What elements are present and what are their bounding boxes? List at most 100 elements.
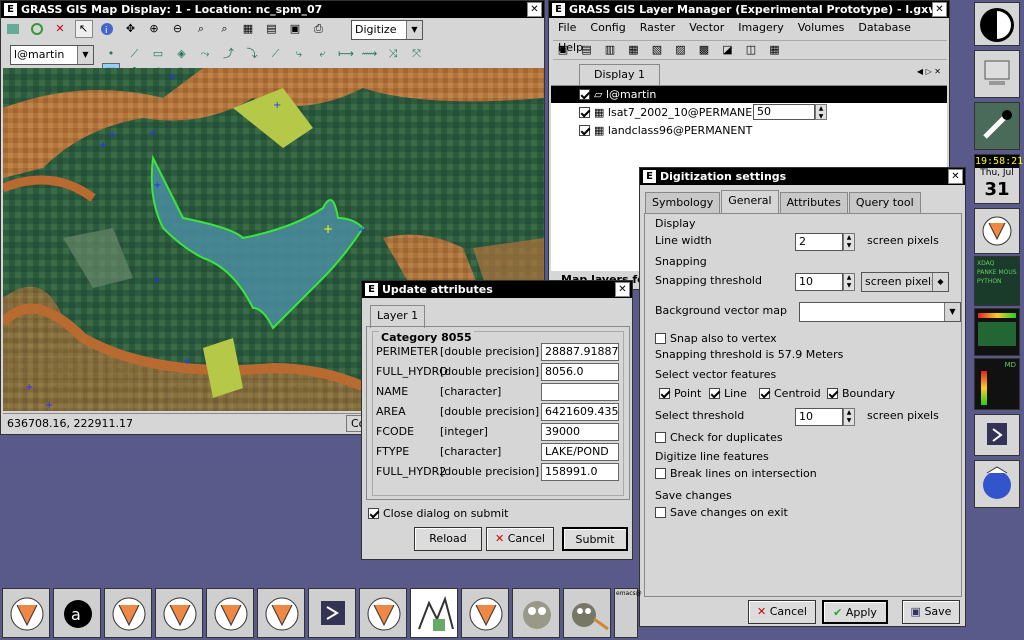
tab-layer-1[interactable]: Layer 1: [370, 305, 426, 328]
attribute-table-icon[interactable]: ▦: [766, 41, 784, 59]
edit-line-icon[interactable]: ⟋: [267, 45, 285, 63]
attribute-value-input[interactable]: [541, 383, 619, 401]
taskbar-xv-icon[interactable]: [410, 588, 458, 638]
dock-monitor-icon[interactable]: [974, 50, 1020, 98]
digit-settings-titlebar[interactable]: E Digitization settings ✕: [640, 168, 965, 185]
attribute-value-input[interactable]: 39000: [541, 423, 619, 441]
copy-cats-icon[interactable]: ⤨: [384, 45, 402, 63]
break-lines-checkbox[interactable]: Break lines on intersection: [655, 467, 817, 480]
map-display-titlebar[interactable]: E GRASS GIS Map Display: 1 - Location: n…: [1, 1, 544, 18]
opacity-spinner[interactable]: 50 ▲ ▼: [753, 104, 827, 120]
display-cats-icon[interactable]: ⟼: [337, 45, 355, 63]
zoom-out-icon[interactable]: ⊖: [169, 20, 187, 38]
taskbar-gimp-wilber-icon[interactable]: [512, 588, 560, 638]
checkbox[interactable]: [655, 468, 666, 479]
attribute-value-input[interactable]: LAKE/POND: [541, 443, 619, 461]
tab-display-1[interactable]: Display 1: [579, 64, 661, 87]
add-group-icon[interactable]: ◪: [719, 41, 737, 59]
spin-buttons[interactable]: ▲ ▼: [815, 104, 827, 120]
zoom-back-icon[interactable]: ⌕: [192, 20, 210, 38]
menu-raster[interactable]: Raster: [633, 18, 682, 38]
remove-vertex-icon[interactable]: ⤵: [243, 45, 261, 63]
checkbox[interactable]: [659, 388, 670, 399]
menu-file[interactable]: File: [551, 18, 583, 38]
zoom-menu-icon[interactable]: ⌕: [216, 20, 234, 38]
display-map-icon[interactable]: [4, 20, 22, 38]
overlay-icon[interactable]: ▤: [263, 20, 281, 38]
pan-icon[interactable]: ✥: [122, 20, 140, 38]
checkbox[interactable]: [759, 388, 770, 399]
add-grid-icon[interactable]: ▨: [672, 41, 690, 59]
submit-button[interactable]: Submit: [562, 527, 628, 551]
attribute-value-input[interactable]: 6421609.4355: [541, 403, 619, 421]
close-window-button[interactable]: ✕: [932, 2, 947, 17]
type-centroid-checkbox[interactable]: Centroid: [759, 387, 821, 400]
apply-button[interactable]: ✔ Apply: [822, 600, 888, 624]
type-point-checkbox[interactable]: Point: [659, 387, 701, 400]
move-line-icon[interactable]: ⤷: [290, 45, 308, 63]
type-boundary-checkbox[interactable]: Boundary: [827, 387, 895, 400]
menu-imagery[interactable]: Imagery: [731, 18, 790, 38]
add-centroid-icon[interactable]: ◈: [173, 45, 191, 63]
add-vertex-icon[interactable]: ⤴: [220, 45, 238, 63]
erase-icon[interactable]: ✕: [51, 20, 69, 38]
additional-tools-icon[interactable]: ⤧: [408, 45, 426, 63]
close-window-button[interactable]: ✕: [615, 282, 630, 297]
taskbar-gimp-7[interactable]: [461, 588, 509, 638]
window-menu-icon[interactable]: E: [643, 170, 656, 183]
vector-map-select[interactable]: l@martin ▼: [10, 45, 94, 65]
tab-query-tool[interactable]: Query tool: [848, 192, 921, 213]
add-overlay-icon[interactable]: ▩: [695, 41, 713, 59]
reload-button[interactable]: Reload: [414, 527, 482, 551]
taskbar-gimp-5[interactable]: [257, 588, 305, 638]
add-boundary-icon[interactable]: ▭: [149, 45, 167, 63]
taskbar-gimp-2[interactable]: [104, 588, 152, 638]
checkbox[interactable]: [827, 388, 838, 399]
display-attrs-icon[interactable]: ⟿: [361, 45, 379, 63]
close-on-submit-checkbox[interactable]: Close dialog on submit: [368, 507, 508, 520]
window-menu-icon[interactable]: E: [365, 283, 378, 296]
layer-row[interactable]: ▱ l@martin: [551, 86, 947, 103]
menu-config[interactable]: Config: [583, 18, 632, 38]
layer-row[interactable]: ▦ landclass96@PERMANENT: [551, 122, 947, 139]
taskbar-emacs[interactable]: emacs@: [614, 588, 642, 638]
menu-vector[interactable]: Vector: [682, 18, 731, 38]
line-width-spinner[interactable]: 2 ▲ ▼: [795, 233, 855, 251]
close-window-button[interactable]: ✕: [948, 169, 963, 184]
taskbar-gimp-6[interactable]: [359, 588, 407, 638]
tab-general[interactable]: General: [721, 190, 779, 213]
delete-line-icon[interactable]: ⤶: [314, 45, 332, 63]
dock-gimp-icon[interactable]: [974, 208, 1020, 254]
add-point-icon[interactable]: •: [102, 45, 120, 63]
layer-checkbox[interactable]: [579, 89, 590, 100]
type-line-checkbox[interactable]: Line: [709, 387, 747, 400]
pointer-icon[interactable]: ↖: [74, 20, 93, 38]
dock-wrench-icon[interactable]: [974, 102, 1020, 150]
volume-meter[interactable]: [981, 371, 987, 405]
rerender-icon[interactable]: [28, 20, 46, 38]
delete-layer-icon[interactable]: ◫: [742, 41, 760, 59]
checkbox[interactable]: [368, 508, 379, 519]
layer-checkbox[interactable]: [579, 107, 590, 118]
dock-globe-icon[interactable]: [974, 460, 1020, 508]
dock-app-icon[interactable]: [974, 2, 1020, 46]
attribute-value-input[interactable]: 158991.0: [541, 463, 619, 481]
spin-buttons[interactable]: ▲ ▼: [843, 273, 855, 291]
checkbox[interactable]: [655, 333, 666, 344]
new-workspace-icon[interactable]: ▤: [578, 41, 596, 59]
snapping-threshold-spinner[interactable]: 10 ▲ ▼: [795, 273, 855, 291]
tab-symbology[interactable]: Symbology: [645, 192, 721, 213]
save-image-icon[interactable]: ▣: [286, 20, 304, 38]
window-menu-icon[interactable]: E: [4, 3, 17, 16]
zoom-in-icon[interactable]: ⊕: [145, 20, 163, 38]
layer-row[interactable]: ▦ lsat7_2002_10@PERMANENT 50 ▲ ▼: [551, 104, 947, 121]
open-workspace-icon[interactable]: ▥: [601, 41, 619, 59]
analyze-icon[interactable]: ▦: [239, 20, 257, 38]
tool-mode-select[interactable]: Digitize ▼: [351, 20, 423, 40]
menu-database[interactable]: Database: [851, 18, 918, 38]
taskbar-terminal-icon[interactable]: [308, 588, 356, 638]
check-duplicates-checkbox[interactable]: Check for duplicates: [655, 431, 783, 444]
save-button[interactable]: ▣ Save: [902, 600, 960, 624]
bgmap-select[interactable]: ▼: [799, 302, 961, 322]
tab-scroll-arrows[interactable]: ◀ ▷ ✕: [917, 67, 941, 76]
